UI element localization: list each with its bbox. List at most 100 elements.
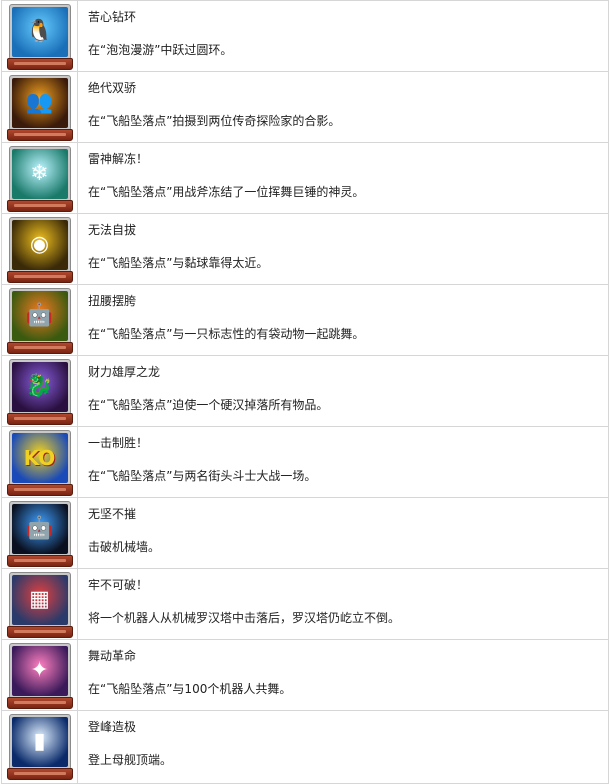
trophy-icon-cell: ▮ (2, 711, 78, 783)
trophy-row: 🤖 无坚不摧 击破机械墙。 (1, 498, 609, 569)
trophy-icon-cell: 🐉 (2, 356, 78, 426)
trophy-badge: ▮ (6, 714, 73, 780)
ko-burst-icon: KO (11, 433, 68, 483)
dance-crowd-icon: ✦ (11, 646, 68, 696)
trophy-description: 在“飞船坠落点”用战斧冻结了一位挥舞巨锤的神灵。 (88, 185, 365, 199)
trophy-description: 在“飞船坠落点”拍摄到两位传奇探险家的合影。 (88, 114, 341, 128)
trophy-description: 在“飞船坠落点”与一只标志性的有袋动物一起跳舞。 (88, 327, 365, 341)
robot-spotlight-icon-glyph: 🤖 (25, 516, 54, 541)
trophy-pedestal (6, 271, 73, 283)
robot-spotlight-icon: 🤖 (11, 504, 68, 554)
trophy-title: 财力雄厚之龙 (88, 365, 161, 379)
frozen-god-icon-glyph: ❄ (30, 161, 49, 186)
tower-beam-icon-glyph: ▮ (33, 729, 46, 754)
trophy-list: 🐧 苦心钻环 在“泡泡漫游”中跃过圆环。 👥 绝代双骄 在“飞船坠落点”拍摄到两… (1, 0, 609, 784)
trophy-row: 🤖 扭腰摆胯 在“飞船坠落点”与一只标志性的有袋动物一起跳舞。 (1, 285, 609, 356)
trophy-badge: KO (6, 430, 73, 496)
robot-tower-icon: ▦ (11, 575, 68, 625)
trophy-badge: 🐧 (6, 4, 73, 70)
two-explorers-icon: 👥 (11, 78, 68, 128)
trophy-pedestal (6, 484, 73, 496)
trophy-badge: ❄ (6, 146, 73, 212)
robot-tower-icon-glyph: ▦ (29, 587, 50, 612)
trophy-text: 苦心钻环 在“泡泡漫游”中跃过圆环。 (78, 1, 608, 71)
ko-burst-icon-glyph: KO (23, 446, 56, 470)
trophy-row: 👥 绝代双骄 在“飞船坠落点”拍摄到两位传奇探险家的合影。 (1, 72, 609, 143)
trophy-title: 舞动革命 (88, 649, 137, 663)
dragon-icon: 🐉 (11, 362, 68, 412)
dance-crowd-icon-glyph: ✦ (30, 658, 49, 683)
trophy-text: 登峰造极 登上母舰顶端。 (78, 711, 608, 783)
trophy-pedestal (6, 200, 73, 212)
trophy-row: ▦ 牢不可破！ 将一个机器人从机械罗汉塔中击落后，罗汉塔仍屹立不倒。 (1, 569, 609, 640)
frozen-god-icon: ❄ (11, 149, 68, 199)
trophy-text: 一击制胜！ 在“飞船坠落点”与两名街头斗士大战一场。 (78, 427, 608, 497)
trophy-description: 在“飞船坠落点”与两名街头斗士大战一场。 (88, 469, 317, 483)
trophy-badge: 🐉 (6, 359, 73, 425)
trophy-title: 扭腰摆胯 (88, 294, 137, 308)
trophy-text: 无法自拔 在“飞船坠落点”与黏球靠得太近。 (78, 214, 608, 284)
trophy-row: 🐉 财力雄厚之龙 在“飞船坠落点”迫使一个硬汉掉落所有物品。 (1, 356, 609, 427)
trophy-title: 登峰造极 (88, 720, 137, 734)
trophy-pedestal (6, 626, 73, 638)
penguin-icon: 🐧 (11, 7, 68, 57)
trophy-text: 绝代双骄 在“飞船坠落点”拍摄到两位传奇探险家的合影。 (78, 72, 608, 142)
trophy-row: KO 一击制胜！ 在“飞船坠落点”与两名街头斗士大战一场。 (1, 427, 609, 498)
trophy-badge: 🤖 (6, 288, 73, 354)
tower-beam-icon: ▮ (11, 717, 68, 767)
penguin-icon-glyph: 🐧 (25, 19, 54, 44)
trophy-icon-cell: 🐧 (2, 1, 78, 71)
trophy-badge: ✦ (6, 643, 73, 709)
dancing-robot-icon: 🤖 (11, 291, 68, 341)
trophy-title: 牢不可破！ (88, 578, 149, 592)
trophy-badge: 👥 (6, 75, 73, 141)
trophy-pedestal (6, 129, 73, 141)
trophy-badge: ▦ (6, 572, 73, 638)
trophy-description: 击破机械墙。 (88, 540, 161, 554)
trophy-badge: 🤖 (6, 501, 73, 567)
trophy-title: 苦心钻环 (88, 10, 137, 24)
dancing-robot-icon-glyph: 🤖 (25, 303, 54, 328)
trophy-title: 无坚不摧 (88, 507, 137, 521)
trophy-row: ❄ 雷神解冻！ 在“飞船坠落点”用战斧冻结了一位挥舞巨锤的神灵。 (1, 143, 609, 214)
trophy-row: ▮ 登峰造极 登上母舰顶端。 (1, 711, 609, 784)
trophy-title: 雷神解冻！ (88, 152, 149, 166)
trophy-icon-cell: ✦ (2, 640, 78, 710)
trophy-title: 一击制胜！ (88, 436, 149, 450)
trophy-description: 登上母舰顶端。 (88, 753, 173, 767)
trophy-pedestal (6, 697, 73, 709)
sticky-ball-icon: ◉ (11, 220, 68, 270)
trophy-title: 绝代双骄 (88, 81, 137, 95)
trophy-icon-cell: ▦ (2, 569, 78, 639)
trophy-row: ✦ 舞动革命 在“飞船坠落点”与100个机器人共舞。 (1, 640, 609, 711)
dragon-icon-glyph: 🐉 (25, 374, 54, 399)
trophy-description: 在“飞船坠落点”迫使一个硬汉掉落所有物品。 (88, 398, 329, 412)
trophy-pedestal (6, 342, 73, 354)
trophy-text: 舞动革命 在“飞船坠落点”与100个机器人共舞。 (78, 640, 608, 710)
trophy-pedestal (6, 768, 73, 780)
trophy-pedestal (6, 58, 73, 70)
trophy-icon-cell: ◉ (2, 214, 78, 284)
trophy-text: 无坚不摧 击破机械墙。 (78, 498, 608, 568)
trophy-badge: ◉ (6, 217, 73, 283)
trophy-row: 🐧 苦心钻环 在“泡泡漫游”中跃过圆环。 (1, 1, 609, 72)
trophy-text: 财力雄厚之龙 在“飞船坠落点”迫使一个硬汉掉落所有物品。 (78, 356, 608, 426)
trophy-icon-cell: 🤖 (2, 285, 78, 355)
trophy-pedestal (6, 413, 73, 425)
trophy-description: 在“泡泡漫游”中跃过圆环。 (88, 43, 233, 57)
trophy-description: 在“飞船坠落点”与黏球靠得太近。 (88, 256, 269, 270)
trophy-row: ◉ 无法自拔 在“飞船坠落点”与黏球靠得太近。 (1, 214, 609, 285)
trophy-text: 雷神解冻！ 在“飞船坠落点”用战斧冻结了一位挥舞巨锤的神灵。 (78, 143, 608, 213)
trophy-icon-cell: KO (2, 427, 78, 497)
trophy-pedestal (6, 555, 73, 567)
trophy-text: 扭腰摆胯 在“飞船坠落点”与一只标志性的有袋动物一起跳舞。 (78, 285, 608, 355)
trophy-icon-cell: 👥 (2, 72, 78, 142)
sticky-ball-icon-glyph: ◉ (29, 232, 50, 257)
trophy-text: 牢不可破！ 将一个机器人从机械罗汉塔中击落后，罗汉塔仍屹立不倒。 (78, 569, 608, 639)
trophy-description: 将一个机器人从机械罗汉塔中击落后，罗汉塔仍屹立不倒。 (88, 611, 401, 625)
trophy-description: 在“飞船坠落点”与100个机器人共舞。 (88, 682, 292, 696)
two-explorers-icon-glyph: 👥 (25, 90, 54, 115)
trophy-icon-cell: 🤖 (2, 498, 78, 568)
trophy-icon-cell: ❄ (2, 143, 78, 213)
trophy-title: 无法自拔 (88, 223, 137, 237)
